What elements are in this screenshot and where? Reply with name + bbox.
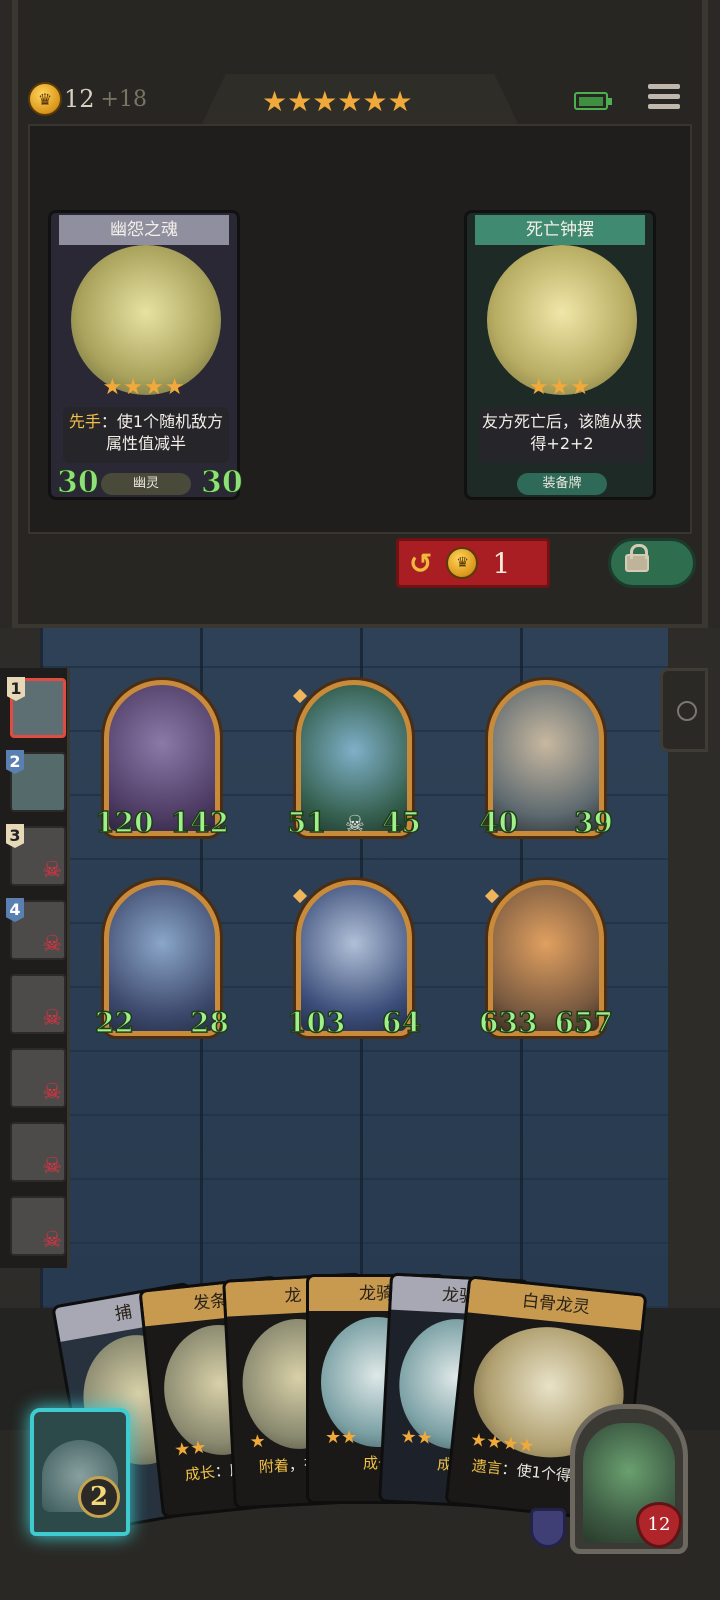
reroll-cost: 1 (492, 546, 511, 580)
game-screen: ★★★★★★ ♛ 12 +18 幽怨之魂 ★★★★ 先手：使1个随机敌方属性值减… (0, 0, 720, 1600)
minion-6[interactable]: 633 657 (478, 880, 614, 1040)
opponent-slot-7[interactable]: ☠ (10, 1122, 66, 1182)
minion-attack: 103 (286, 1005, 346, 1040)
minion-health: 142 (170, 805, 230, 840)
keyword: 成长 (184, 1463, 216, 1485)
slot-number: 3 (6, 824, 24, 848)
minion-attack: 120 (94, 805, 154, 840)
minion-attack: 40 (478, 805, 518, 840)
skull-red-icon: ☠ (42, 1154, 62, 1179)
battery-icon (574, 92, 612, 110)
slot-number: 4 (6, 898, 24, 922)
shop-card-phantom-soul[interactable]: 幽怨之魂 ★★★★ 先手：使1个随机敌方属性值减半 幽灵 30 30 (48, 210, 244, 501)
opponent-order-panel: 1 2 3 ☠ 4 ☠ ☠ ☠ ☠ ☠ (0, 668, 70, 1268)
card-art-pendulum (487, 245, 637, 395)
minion-health: 39 (573, 805, 613, 840)
hero-power-button[interactable] (30, 1408, 130, 1536)
keyword: 附着 (258, 1456, 290, 1477)
skull-red-icon: ☠ (42, 1006, 62, 1031)
card-description: 先手：使1个随机敌方属性值减半 (63, 407, 229, 463)
minion-health: 45 (381, 805, 421, 840)
opponent-slot-8[interactable]: ☠ (10, 1196, 66, 1256)
minion-5[interactable]: 103 64 (286, 880, 422, 1040)
minion-attack: 633 (478, 1005, 538, 1040)
card-art-ghost (71, 245, 221, 395)
slot-number: 2 (6, 750, 24, 774)
keyword: 遗言 (470, 1456, 503, 1478)
armor-shield-icon (530, 1508, 566, 1548)
skull-red-icon: ☠ (42, 858, 62, 883)
minion-health: 28 (189, 1005, 229, 1040)
opponent-slot-3[interactable]: 3 ☠ (6, 824, 66, 886)
minion-attack: 51 (286, 805, 326, 840)
slot-number: 1 (7, 677, 25, 701)
skull-red-icon: ☠ (42, 1080, 62, 1105)
skull-red-icon: ☠ (42, 1228, 62, 1253)
card-stars: ★ (249, 1430, 267, 1453)
card-type-tag: 装备牌 (517, 473, 607, 495)
gold-amount: 12 (64, 85, 95, 113)
card-stars: ★★★ (528, 375, 592, 400)
menu-button[interactable] (648, 84, 680, 116)
minion-4[interactable]: 22 28 (94, 880, 230, 1040)
skull-red-icon: ☠ (42, 932, 62, 957)
gold-display: ♛ 12 +18 (28, 82, 147, 116)
lock-icon (625, 544, 649, 572)
minion-attack: 22 (94, 1005, 134, 1040)
minion-1[interactable]: 120 142 (94, 680, 230, 840)
opponent-slot-1[interactable]: 1 (7, 677, 66, 738)
reroll-button[interactable]: ↺ ♛ 1 (396, 538, 550, 588)
side-toggle-button[interactable] (660, 668, 708, 752)
card-name: 幽怨之魂 (59, 215, 229, 245)
card-name: 死亡钟摆 (475, 215, 645, 245)
card-attack: 30 (57, 465, 100, 501)
opponent-slot-5[interactable]: ☠ (10, 974, 66, 1034)
hero-power-cost: 2 (78, 1476, 120, 1518)
opponent-slot-4[interactable]: 4 ☠ (6, 898, 66, 960)
opponent-slot-2[interactable]: 2 (6, 750, 66, 812)
shop-panel: ★★★★★★ ♛ 12 +18 幽怨之魂 ★★★★ 先手：使1个随机敌方属性值减… (0, 0, 720, 640)
card-stars: ★★ (325, 1427, 358, 1448)
gold-coin-icon: ♛ (28, 82, 62, 116)
minion-health: 657 (554, 1005, 614, 1040)
shop-card-death-pendulum[interactable]: 死亡钟摆 ★★★ 友方死亡后，该随从获得+2+2 装备牌 (464, 210, 656, 500)
refresh-icon: ↺ (409, 546, 433, 580)
keyword: 先手 (68, 412, 101, 431)
card-stars: ★★★★ (102, 375, 186, 400)
card-stars: ★★ (173, 1436, 208, 1462)
card-tribe-tag: 幽灵 (101, 473, 191, 495)
gold-coin-icon: ♛ (446, 547, 479, 579)
gold-income: +18 (100, 86, 147, 112)
card-stars: ★★ (399, 1426, 434, 1449)
tier-stars: ★★★★★★ (262, 85, 413, 118)
minion-health: 64 (381, 1005, 421, 1040)
minion-2[interactable]: ☠ 51 45 (286, 680, 422, 840)
card-health: 30 (201, 465, 244, 501)
freeze-shop-button[interactable] (608, 538, 696, 588)
minion-3[interactable]: 40 39 (478, 680, 614, 840)
desc-text: ：使1个随机敌方属性值减半 (100, 412, 224, 453)
skull-icon: ☠ (345, 812, 365, 837)
opponent-slot-6[interactable]: ☠ (10, 1048, 66, 1108)
tavern-tier-stars: ★★★★★★ (262, 88, 413, 116)
card-description: 友方死亡后，该随从获得+2+2 (479, 407, 645, 463)
